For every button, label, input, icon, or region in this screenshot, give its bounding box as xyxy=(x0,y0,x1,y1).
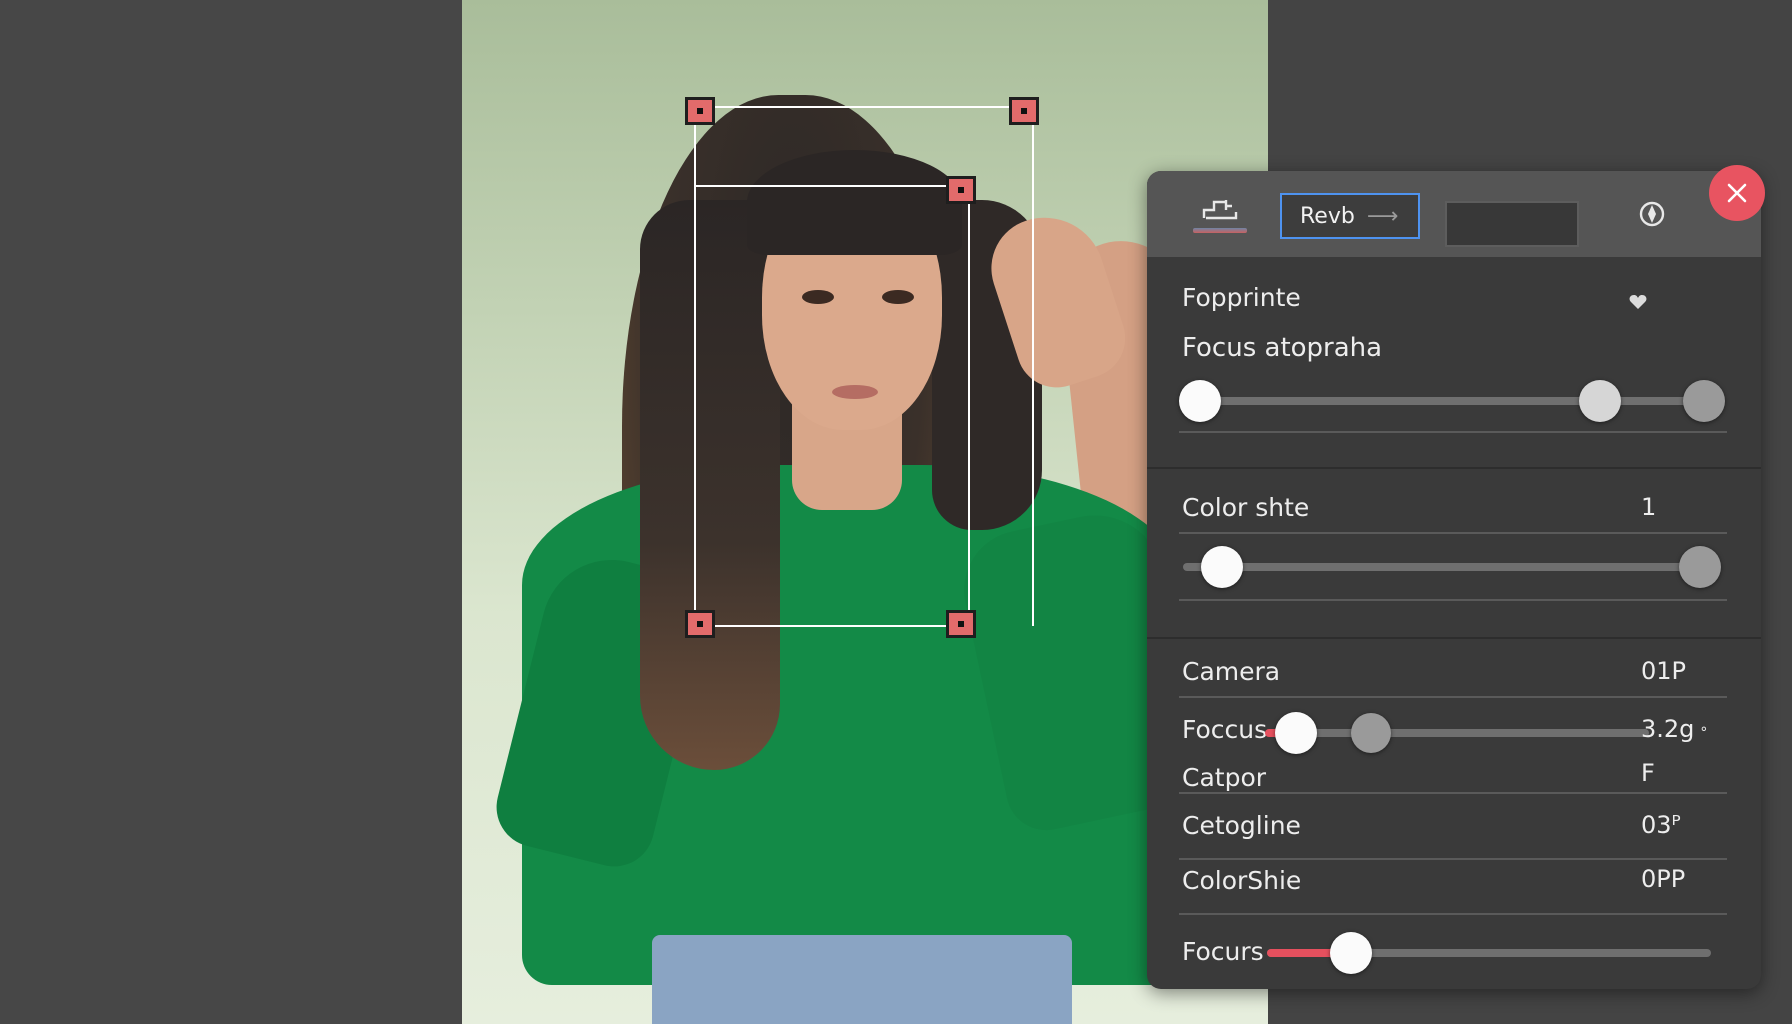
crop-tool-button[interactable] xyxy=(1191,187,1249,239)
crop-tool-active-indicator xyxy=(1193,228,1247,233)
crop-handle-bottom-left[interactable] xyxy=(685,610,715,638)
catpor-value: F xyxy=(1641,759,1655,787)
focurs-label: Focurs xyxy=(1182,937,1264,966)
target-icon[interactable] xyxy=(1635,197,1669,231)
close-icon xyxy=(1727,183,1747,203)
focus-range-track[interactable] xyxy=(1199,397,1699,405)
crop-handle-inner-top-right[interactable] xyxy=(946,176,976,204)
color-shift-track[interactable] xyxy=(1183,563,1703,571)
crop-frame-inner[interactable] xyxy=(694,185,970,627)
color-shift-knob[interactable] xyxy=(1201,546,1243,588)
foccus-label: Foccus xyxy=(1182,715,1268,744)
divider xyxy=(1179,792,1727,794)
colorshie-label: ColorShie xyxy=(1182,866,1302,895)
divider xyxy=(1179,696,1727,698)
section-separator xyxy=(1147,467,1761,469)
crop-handle-top-left[interactable] xyxy=(685,97,715,125)
focus-label: Focus atopraha xyxy=(1182,333,1383,363)
divider xyxy=(1179,431,1727,433)
value-field[interactable] xyxy=(1445,201,1579,247)
crop-tool-icon xyxy=(1202,200,1238,220)
colorshie-value: 0PP xyxy=(1641,865,1686,893)
revert-button[interactable]: Revb ⟶ xyxy=(1280,193,1420,239)
cetogline-value: 03ᴾ xyxy=(1641,811,1681,839)
focurs-knob[interactable] xyxy=(1330,932,1372,974)
adjustments-panel: Revb ⟶ Fopprinte Focus atopraha Color sh… xyxy=(1147,165,1765,989)
panel-toolbar: Revb ⟶ xyxy=(1147,171,1761,257)
arrow-right-icon: ⟶ xyxy=(1366,203,1399,229)
heart-icon[interactable] xyxy=(1629,294,1647,310)
divider xyxy=(1179,913,1727,915)
foccus-track[interactable] xyxy=(1297,729,1649,737)
divider xyxy=(1179,858,1727,860)
color-shift-end-knob[interactable] xyxy=(1679,546,1721,588)
section-separator xyxy=(1147,637,1761,639)
foccus-knob[interactable] xyxy=(1275,712,1317,754)
divider xyxy=(1179,532,1727,534)
subject-jeans xyxy=(652,935,1072,1024)
foccus-secondary-knob[interactable] xyxy=(1351,713,1391,753)
foccus-value: 3.2g ° xyxy=(1641,715,1707,743)
crop-handle-bottom-right[interactable] xyxy=(946,610,976,638)
preset-title: Fopprinte xyxy=(1182,283,1301,312)
camera-label: Camera xyxy=(1182,657,1281,686)
catpor-label: Catpor xyxy=(1182,763,1267,792)
revert-label: Revb xyxy=(1300,203,1355,229)
focus-range-high-knob[interactable] xyxy=(1579,380,1621,422)
divider xyxy=(1179,599,1727,601)
focus-range-end-knob[interactable] xyxy=(1683,380,1725,422)
focus-range-low-knob[interactable] xyxy=(1179,380,1221,422)
cetogline-label: Cetogline xyxy=(1182,811,1301,840)
close-button[interactable] xyxy=(1709,165,1765,221)
crop-handle-top-right[interactable] xyxy=(1009,97,1039,125)
foccus-unit: ° xyxy=(1700,725,1708,741)
camera-value: 01P xyxy=(1641,657,1687,685)
color-shift-value: 1 xyxy=(1641,493,1657,521)
foccus-number: 3.2g xyxy=(1641,715,1695,743)
color-shift-label: Color shte xyxy=(1182,493,1310,522)
